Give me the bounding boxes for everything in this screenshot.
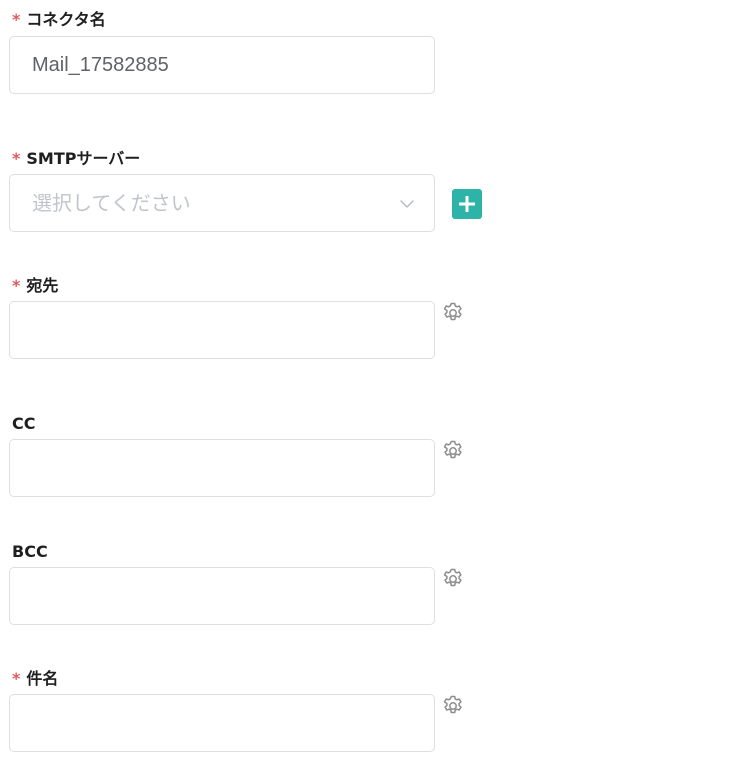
subject-label: * 件名 — [12, 669, 58, 689]
gear-icon[interactable] — [441, 301, 465, 325]
smtp-server-select[interactable]: 選択してください — [9, 174, 435, 232]
bcc-input[interactable] — [10, 568, 434, 624]
smtp-server-placeholder: 選択してください — [32, 191, 191, 215]
to-label: * 宛先 — [12, 276, 58, 296]
required-mark: * — [12, 276, 21, 295]
gear-icon[interactable] — [441, 567, 465, 591]
gear-icon[interactable] — [441, 439, 465, 463]
to-label-text: 宛先 — [26, 276, 59, 295]
required-mark: * — [12, 149, 21, 168]
plus-icon — [459, 196, 475, 212]
to-field[interactable] — [9, 301, 435, 359]
connector-name-input[interactable] — [10, 37, 434, 93]
smtp-server-label-text: SMTPサーバー — [26, 149, 141, 168]
gear-icon[interactable] — [441, 694, 465, 718]
bcc-label: BCC — [12, 542, 48, 562]
bcc-label-text: BCC — [12, 542, 48, 561]
bcc-field[interactable] — [9, 567, 435, 625]
connector-name-label: * コネクタ名 — [12, 10, 106, 30]
cc-field[interactable] — [9, 439, 435, 497]
chevron-down-icon — [400, 200, 414, 208]
connector-name-label-text: コネクタ名 — [26, 10, 106, 29]
cc-label: CC — [12, 414, 35, 434]
subject-field[interactable] — [9, 694, 435, 752]
connector-name-field[interactable] — [9, 36, 435, 94]
add-smtp-server-button[interactable] — [452, 189, 482, 219]
required-mark: * — [12, 10, 21, 29]
cc-input[interactable] — [10, 440, 434, 496]
cc-label-text: CC — [12, 414, 36, 433]
subject-label-text: 件名 — [26, 669, 59, 688]
required-mark: * — [12, 669, 21, 688]
to-input[interactable] — [10, 302, 434, 358]
subject-input[interactable] — [10, 695, 434, 751]
smtp-server-label: * SMTPサーバー — [12, 149, 140, 169]
